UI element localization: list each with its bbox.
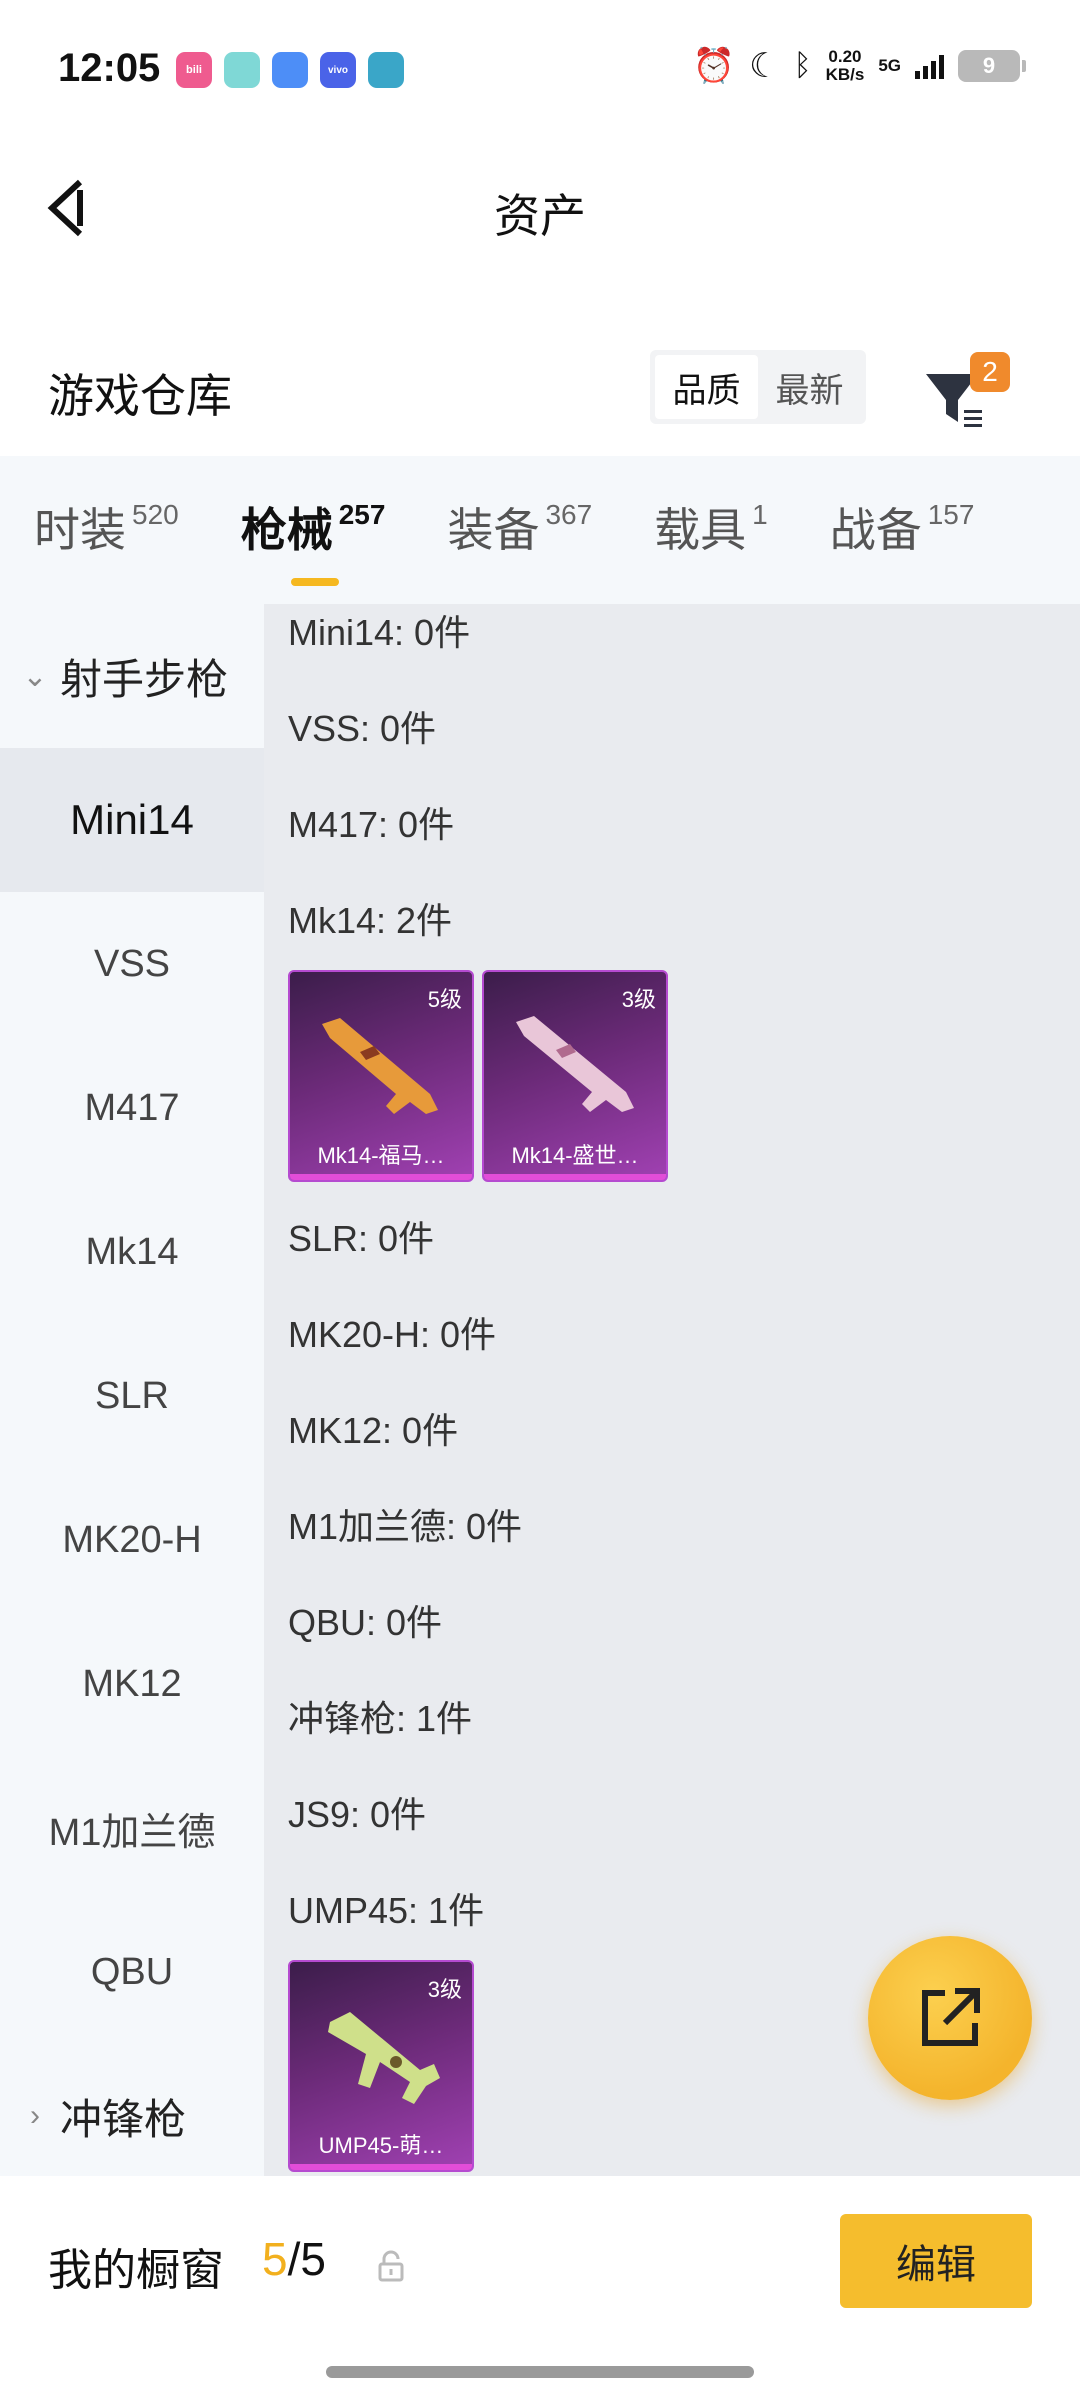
tab-count: 1 <box>752 499 768 530</box>
tab-label: 战备 <box>829 504 922 556</box>
share-button[interactable] <box>868 1936 1032 2100</box>
filter-button[interactable]: 2 <box>920 352 1010 432</box>
tab-firearms[interactable]: 枪械 257 <box>240 499 386 586</box>
home-indicator[interactable] <box>326 2366 754 2378</box>
showcase-total: /5 <box>287 2233 326 2285</box>
share-external-icon <box>922 1988 980 2046</box>
showcase-label: 我的橱窗 <box>48 2246 224 2295</box>
tab-label: 时装 <box>34 504 126 556</box>
skin-name: UMP45-萌… <box>318 2133 444 2158</box>
tab-vehicles[interactable]: 载具 1 <box>654 500 768 560</box>
files-icon <box>272 52 308 88</box>
skin-name: Mk14-福马… <box>317 1143 445 1168</box>
weapon-row-m417: M417: 0件 <box>288 804 455 845</box>
showcase-bar: 我的橱窗 5/5 编辑 <box>0 2176 1080 2400</box>
showcase-count: 5/5 <box>262 2232 326 2286</box>
category-sidebar: ⌄ 射手步枪 Mini14 VSS M417 Mk14 SLR MK20-H M… <box>0 604 264 2176</box>
edit-button[interactable]: 编辑 <box>840 2214 1032 2308</box>
weapon-row-mk20h: MK20-H: 0件 <box>288 1314 497 1355</box>
category-item-vss[interactable]: VSS <box>0 892 264 1036</box>
tab-label: 枪械 <box>240 504 333 556</box>
category-item-mk20h[interactable]: MK20-H <box>0 1468 264 1612</box>
vivo-icon: vivo <box>320 52 356 88</box>
sort-by-newest[interactable]: 最新 <box>758 355 861 419</box>
chat-icon <box>224 52 260 88</box>
category-item-m417[interactable]: M417 <box>0 1036 264 1180</box>
weapon-row-smg: 冲锋枪: 1件 <box>288 1698 473 1739</box>
mk14-skin-cards: 5级 Mk14-福马… 3级 Mk14-盛世… <box>288 970 1068 1182</box>
category-item-qbu[interactable]: QBU <box>0 1900 264 2044</box>
app-header: 资产 <box>0 150 1080 270</box>
bluetooth-icon: ᛒ <box>793 49 812 82</box>
active-tab-indicator <box>290 578 339 586</box>
chevron-right-icon: › <box>30 2099 40 2132</box>
category-item-mk12[interactable]: MK12 <box>0 1612 264 1756</box>
signal-icon <box>915 53 944 79</box>
net-speed-value: 0.20 <box>828 47 862 66</box>
category-group-marksman[interactable]: ⌄ 射手步枪 <box>0 604 264 748</box>
rifle-icon <box>322 1018 438 1114</box>
smg-icon <box>328 2012 440 2104</box>
skin-card[interactable]: 3级 UMP45-萌… <box>288 1960 474 2172</box>
category-item-mini14[interactable]: Mini14 <box>0 748 264 892</box>
sort-by-quality[interactable]: 品质 <box>655 355 758 419</box>
rifle-icon <box>516 1016 634 1112</box>
tab-supplies[interactable]: 战备 157 <box>830 500 975 560</box>
weapon-row-m1-garand: M1加兰德: 0件 <box>288 1506 523 1547</box>
category-item-slr[interactable]: SLR <box>0 1324 264 1468</box>
weapon-row-mini14: Mini14: 0件 <box>288 612 471 653</box>
status-time: 12:05 <box>58 46 161 90</box>
moon-icon: ☾ <box>749 47 780 85</box>
skin-level: 5级 <box>427 987 462 1012</box>
skin-card[interactable]: 5级 Mk14-福马… <box>288 970 474 1182</box>
sort-toggle: 品质 最新 <box>650 350 866 424</box>
status-app-icons: bili vivo <box>176 52 404 88</box>
weapon-row-mk14: Mk14: 2件 <box>288 900 453 941</box>
alarm-icon: ⏰ <box>692 47 736 85</box>
category-group-label: 冲锋枪 <box>60 2095 187 2143</box>
weapon-row-vss: VSS: 0件 <box>288 708 437 749</box>
tab-count: 257 <box>338 499 386 530</box>
category-group-label: 射手步枪 <box>60 655 229 703</box>
tab-count: 157 <box>927 499 975 530</box>
skin-name: Mk14-盛世… <box>511 1143 639 1168</box>
battery-icon: 9 <box>958 50 1026 82</box>
status-bar: 12:05 bili vivo ⏰ ☾ ᛒ 0.20 KB/s 5G 9 <box>0 0 1080 140</box>
chevron-down-icon: ⌄ <box>22 659 48 693</box>
mobile-icon <box>368 52 404 88</box>
skin-level: 3级 <box>621 987 656 1012</box>
net-speed: 0.20 KB/s <box>826 48 865 84</box>
tab-count: 520 <box>132 499 179 530</box>
weapon-row-mk12: MK12: 0件 <box>288 1410 459 1451</box>
weapon-row-js9: JS9: 0件 <box>288 1794 427 1835</box>
tab-equipment[interactable]: 装备 367 <box>447 500 592 560</box>
showcase-current: 5 <box>262 2233 288 2285</box>
net-speed-unit: KB/s <box>825 65 865 84</box>
status-indicators: ⏰ ☾ ᛒ 0.20 KB/s 5G 9 <box>692 47 1026 85</box>
filter-count-badge: 2 <box>970 352 1010 392</box>
skin-level: 3级 <box>427 1977 462 2002</box>
lock-icon <box>378 2250 404 2282</box>
bilibili-icon: bili <box>176 52 212 88</box>
category-tabs: 时装 520 枪械 257 装备 367 载具 1 战备 157 <box>0 456 1080 604</box>
tab-fashion[interactable]: 时装 520 <box>34 500 179 560</box>
category-item-m1-garand[interactable]: M1加兰德 <box>0 1756 264 1900</box>
section-title: 游戏仓库 <box>48 370 232 422</box>
network-type: 5G <box>878 56 901 75</box>
skin-card[interactable]: 3级 Mk14-盛世… <box>482 970 668 1182</box>
category-group-smg[interactable]: › 冲锋枪 <box>0 2044 264 2188</box>
category-item-mk14[interactable]: Mk14 <box>0 1180 264 1324</box>
tab-count: 367 <box>545 499 593 530</box>
warehouse-header: 游戏仓库 品质 最新 2 <box>0 330 1080 450</box>
weapon-row-qbu: QBU: 0件 <box>288 1602 443 1643</box>
page-title: 资产 <box>494 190 586 242</box>
tab-label: 装备 <box>447 504 540 556</box>
weapon-row-slr: SLR: 0件 <box>288 1218 435 1259</box>
tab-label: 载具 <box>654 504 747 556</box>
